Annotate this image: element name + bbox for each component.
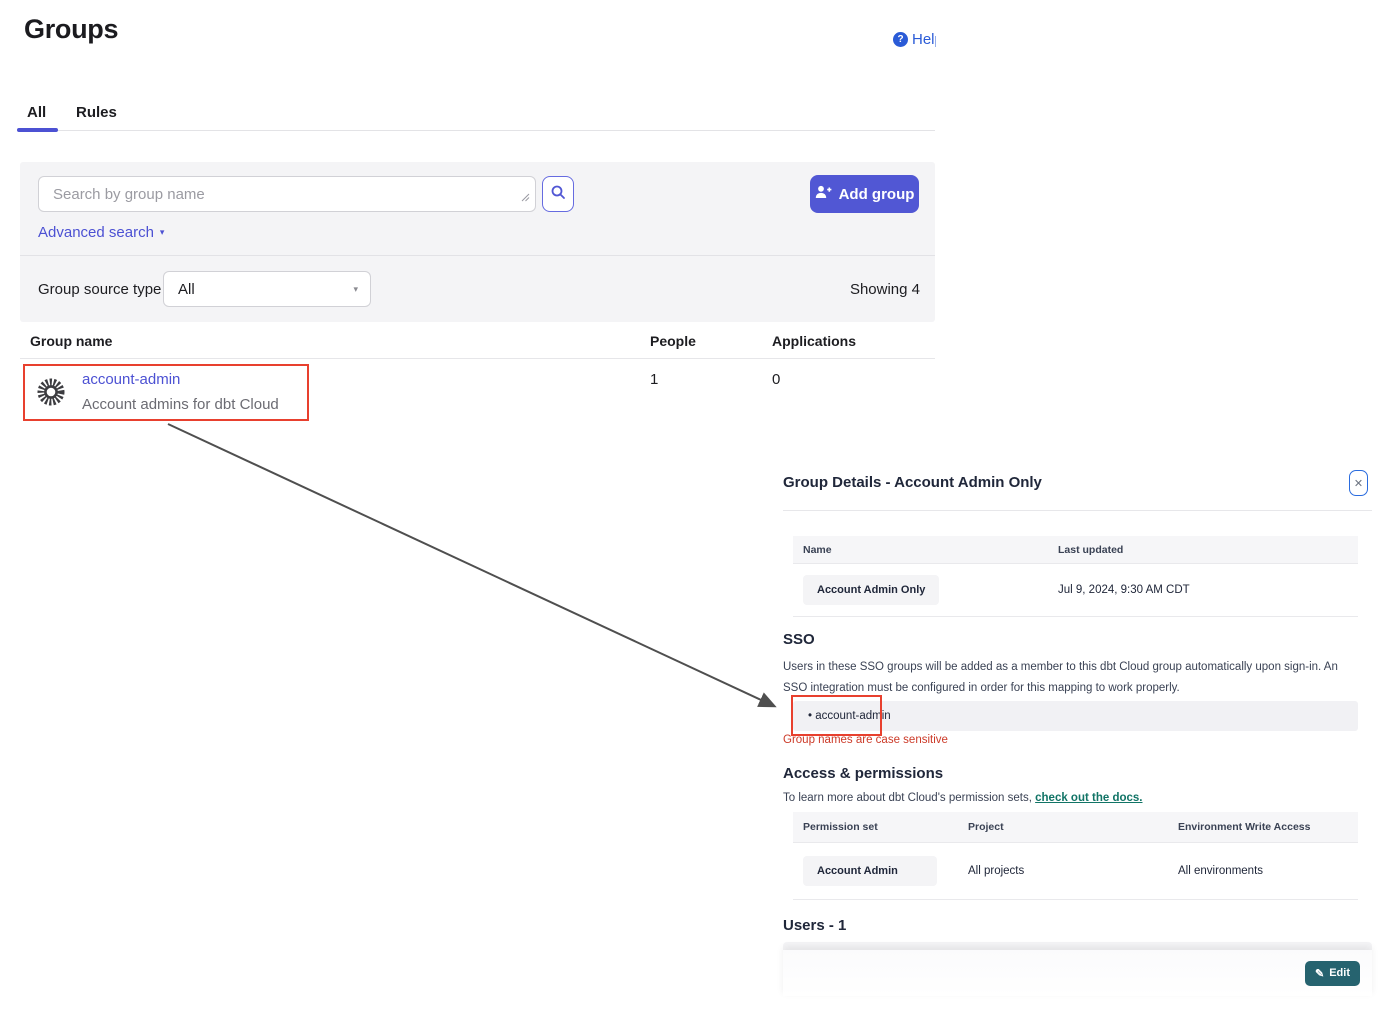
name-table-header-row: Name Last updated — [793, 536, 1358, 564]
tab-all[interactable]: All — [27, 104, 46, 121]
annotation-highlight-sso-chip — [791, 695, 882, 736]
permissions-table-header-row: Permission set Project Environment Write… — [793, 812, 1358, 843]
search-icon — [550, 184, 566, 205]
permissions-table: Permission set Project Environment Write… — [793, 812, 1358, 900]
group-source-type-label: Group source type — [38, 281, 161, 298]
group-applications-count: 0 — [772, 371, 780, 388]
advanced-search-label: Advanced search — [38, 224, 154, 241]
group-people-count: 1 — [650, 371, 658, 388]
users-heading: Users - 1 — [783, 917, 846, 934]
group-search-input[interactable] — [38, 176, 536, 212]
group-details-title: Group Details - Account Admin Only — [783, 474, 1042, 491]
page-title: Groups — [24, 14, 118, 45]
close-icon: ✕ — [1354, 477, 1363, 490]
help-label: Help — [912, 31, 936, 48]
access-permissions-description: To learn more about dbt Cloud's permissi… — [783, 792, 1142, 804]
add-group-button[interactable]: Add group — [810, 175, 919, 213]
panel-title-divider — [783, 510, 1372, 511]
advanced-search-link[interactable]: Advanced search ▾ — [38, 224, 164, 241]
permission-set-pill: Account Admin — [803, 856, 937, 886]
docs-link[interactable]: check out the docs. — [1035, 792, 1142, 804]
name-table-row: Account Admin Only Jul 9, 2024, 9:30 AM … — [793, 564, 1358, 617]
add-person-icon — [815, 185, 832, 203]
permission-set-column-header: Permission set — [793, 821, 958, 833]
last-updated-value: Jul 9, 2024, 9:30 AM CDT — [1048, 584, 1358, 596]
edit-pencil-icon: ✎ — [1315, 967, 1324, 980]
name-column-header: Name — [793, 544, 1048, 556]
panel-footer: ✎ Edit — [783, 950, 1372, 996]
group-source-type-select[interactable]: All ▾ — [163, 271, 371, 307]
access-permissions-heading: Access & permissions — [783, 765, 943, 782]
help-link[interactable]: ? Help — [893, 31, 936, 48]
project-value: All projects — [958, 865, 1168, 877]
group-search-container — [38, 176, 536, 212]
column-header-applications[interactable]: Applications — [772, 333, 856, 349]
group-source-type-value: All — [178, 281, 195, 298]
close-button[interactable]: ✕ — [1349, 470, 1368, 496]
edit-button-label: Edit — [1329, 967, 1350, 979]
access-description-text: To learn more about dbt Cloud's permissi… — [783, 792, 1035, 804]
sso-description: Users in these SSO groups will be added … — [783, 657, 1361, 698]
table-header-divider — [20, 358, 935, 359]
environment-value: All environments — [1168, 865, 1358, 877]
column-header-group-name[interactable]: Group name — [30, 333, 112, 349]
select-caret-icon: ▾ — [353, 284, 358, 295]
project-column-header: Project — [958, 821, 1168, 833]
annotation-highlight-group-row — [23, 364, 309, 421]
screenshot-canvas: Groups ? Help All Rules Advanced search … — [0, 0, 1386, 1009]
active-tab-indicator — [17, 128, 58, 132]
caret-down-icon: ▾ — [160, 227, 165, 238]
column-header-people[interactable]: People — [650, 333, 696, 349]
showing-count: Showing 4 — [820, 281, 920, 298]
search-button[interactable] — [542, 176, 574, 212]
tab-rules[interactable]: Rules — [76, 104, 117, 121]
sso-heading: SSO — [783, 631, 815, 648]
edit-button[interactable]: ✎ Edit — [1305, 961, 1360, 986]
help-icon: ? — [893, 32, 908, 47]
last-updated-column-header: Last updated — [1048, 544, 1358, 556]
group-name-pill: Account Admin Only — [803, 575, 939, 605]
name-table: Name Last updated Account Admin Only Jul… — [793, 536, 1358, 617]
permissions-table-row: Account Admin All projects All environme… — [793, 843, 1358, 900]
filter-panel-divider — [20, 255, 935, 256]
tabs-baseline-divider — [17, 130, 935, 131]
add-group-label: Add group — [839, 186, 915, 203]
environment-write-access-column-header: Environment Write Access — [1168, 821, 1358, 833]
